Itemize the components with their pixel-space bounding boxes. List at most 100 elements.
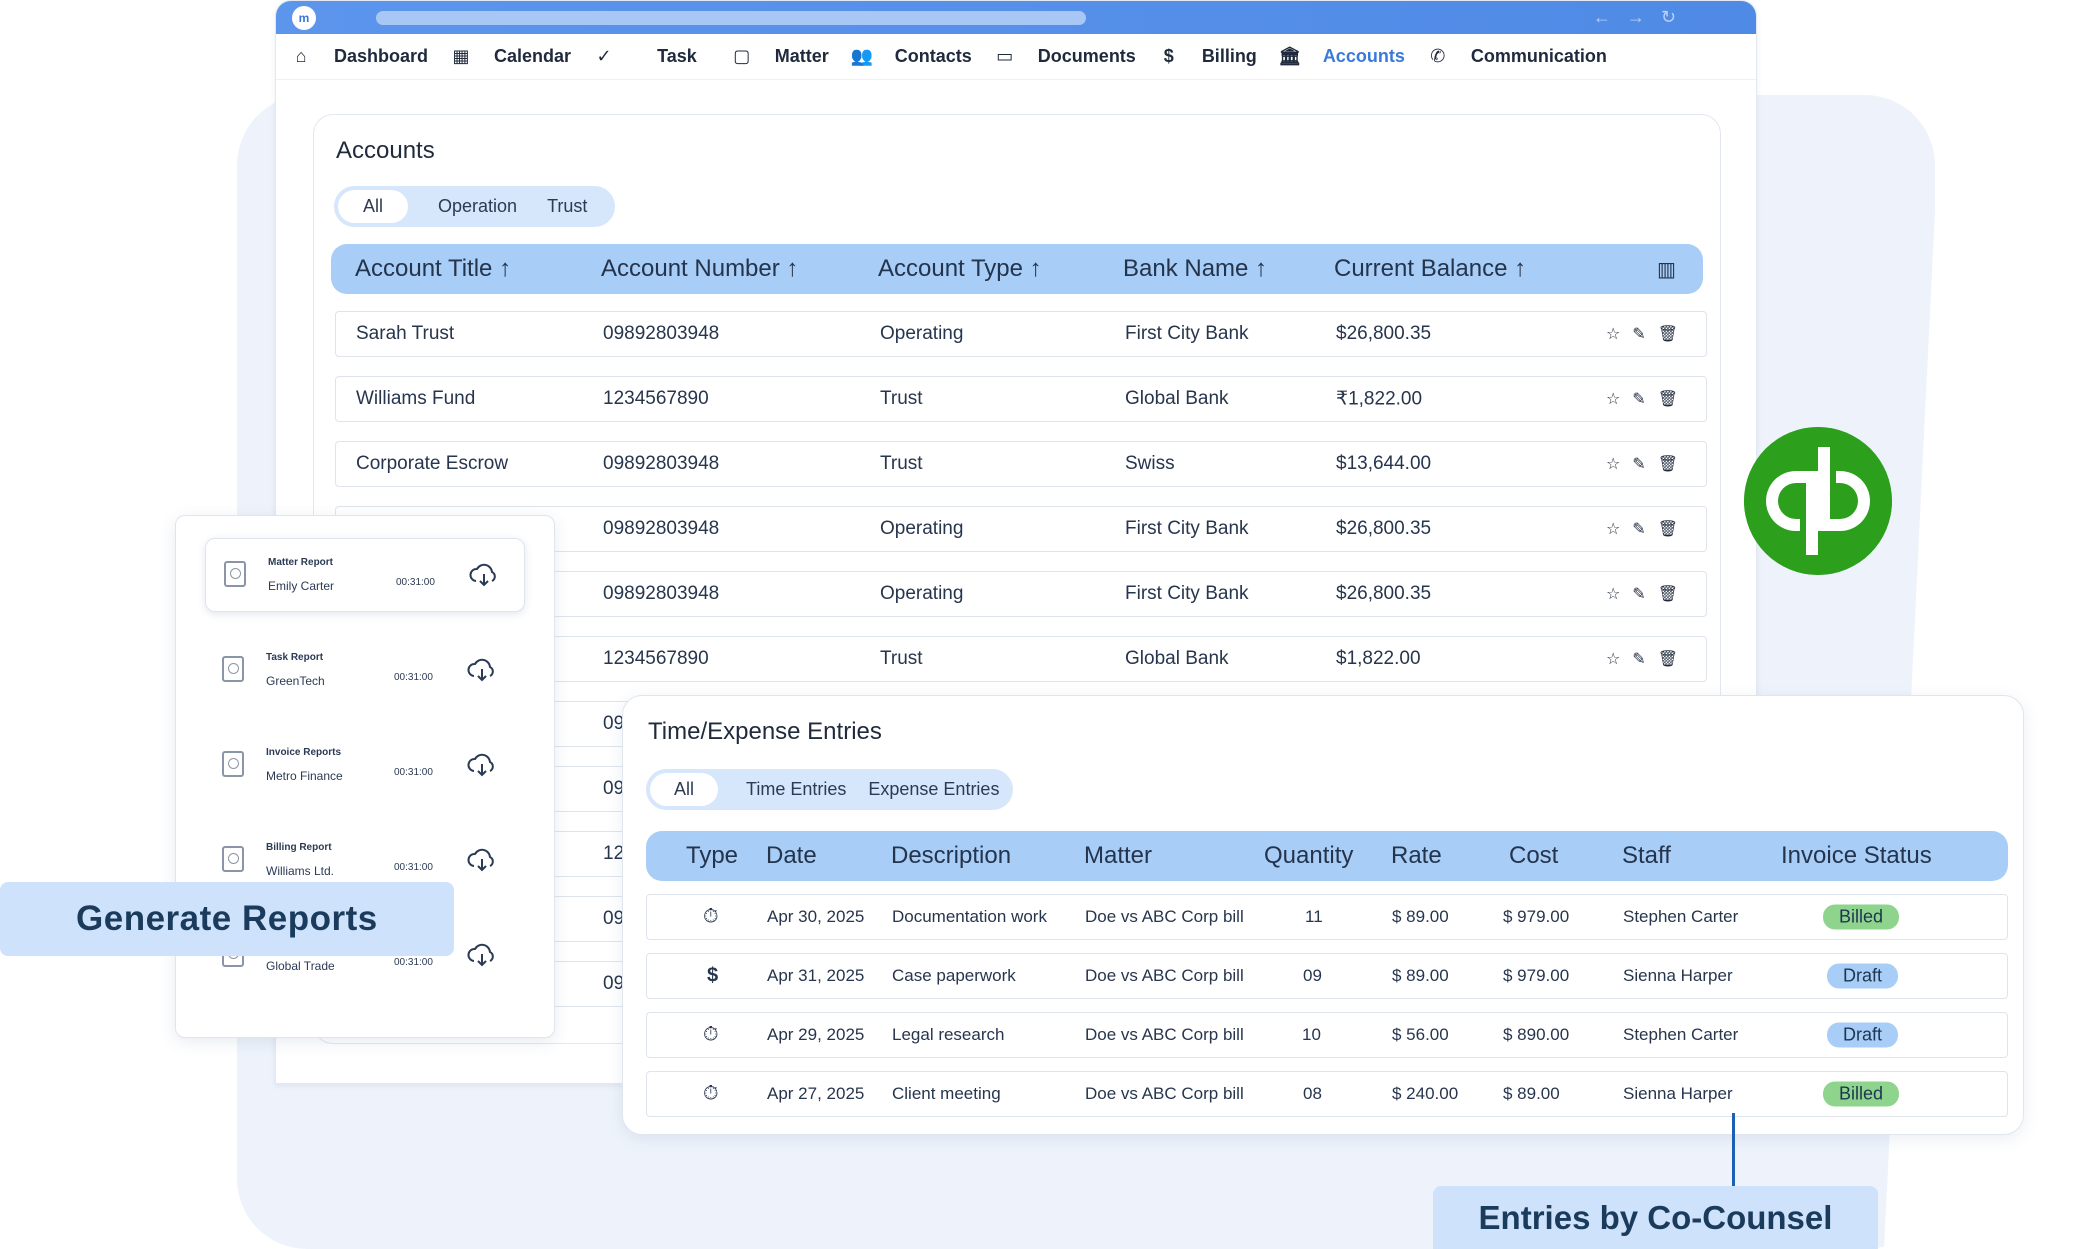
cell-balance: $26,800.35 (1336, 323, 1432, 344)
edit-icon[interactable]: ✎ (1632, 389, 1645, 409)
status-badge: Billed (1823, 1081, 1900, 1107)
col-date[interactable]: Date (766, 842, 817, 870)
star-icon[interactable]: ☆ (1606, 454, 1620, 474)
nav-accounts[interactable]: 🏛 Accounts (1278, 46, 1404, 68)
delete-icon[interactable]: 🗑 (1658, 584, 1678, 604)
nav-calendar[interactable]: ▦ Calendar (450, 46, 572, 68)
col-bank-name[interactable]: Bank Name ↑ (1123, 255, 1267, 283)
nav-contacts[interactable]: 👥 Contacts (851, 46, 972, 68)
edit-icon[interactable]: ✎ (1632, 584, 1645, 604)
delete-icon[interactable]: 🗑 (1658, 324, 1678, 344)
report-item[interactable]: Invoice Reports Metro Finance 00:31:00 (204, 729, 524, 803)
col-quantity[interactable]: Quantity (1264, 842, 1353, 870)
cell-date: Apr 29, 2025 (767, 1025, 865, 1044)
star-icon[interactable]: ☆ (1606, 324, 1620, 344)
nav-label: Dashboard (334, 46, 429, 66)
table-row[interactable]: ⏱ Apr 29, 2025 Legal research Doe vs ABC… (646, 1012, 2008, 1058)
star-icon[interactable]: ☆ (1606, 519, 1620, 539)
star-icon[interactable]: ☆ (1606, 649, 1620, 669)
quickbooks-logo (1744, 427, 1892, 575)
filter-all[interactable]: All (338, 190, 409, 223)
edit-icon[interactable]: ✎ (1632, 519, 1645, 539)
time-expense-title: Time/Expense Entries (648, 718, 882, 745)
report-file-icon (222, 751, 244, 777)
cell-bank: Global Bank (1125, 388, 1229, 409)
edit-icon[interactable]: ✎ (1632, 324, 1645, 344)
nav-label: Matter (774, 46, 829, 66)
cell-bank: Swiss (1125, 453, 1175, 474)
col-description[interactable]: Description (891, 842, 1011, 870)
cell-type: Trust (880, 388, 923, 409)
report-client: Emily Carter (268, 579, 335, 593)
forward-icon[interactable]: → (1627, 7, 1645, 28)
col-invoice-status[interactable]: Invoice Status (1781, 842, 1932, 870)
nav-matter[interactable]: ▢ Matter (731, 46, 829, 68)
col-cost[interactable]: Cost (1509, 842, 1558, 870)
nav-task[interactable]: ✓ Task (593, 46, 697, 68)
bank-icon: 🏛 (1278, 46, 1302, 66)
back-icon[interactable]: ← (1593, 7, 1611, 28)
nav-billing[interactable]: $ Billing (1158, 46, 1257, 68)
refresh-icon[interactable]: ↻ (1661, 7, 1676, 28)
col-account-type[interactable]: Account Type ↑ (878, 255, 1042, 283)
table-row[interactable]: ⏱ Apr 30, 2025 Documentation work Doe vs… (646, 894, 2008, 940)
filter-trust[interactable]: Trust (537, 190, 611, 223)
edit-icon[interactable]: ✎ (1632, 649, 1645, 669)
report-item[interactable]: Task Report GreenTech 00:31:00 (204, 634, 524, 708)
nav-label: Calendar (494, 46, 572, 66)
nav-communication[interactable]: ✆ Communication (1427, 46, 1607, 68)
cloud-download-icon[interactable] (466, 753, 498, 777)
table-row[interactable]: Sarah Trust 09892803948 Operating First … (335, 311, 1707, 357)
table-row[interactable]: ⏱ Apr 27, 2025 Client meeting Doe vs ABC… (646, 1071, 2008, 1117)
people-icon: 👥 (850, 46, 873, 66)
home-icon: ⌂ (295, 46, 307, 66)
edit-icon[interactable]: ✎ (1632, 454, 1645, 474)
table-row[interactable]: $ Apr 31, 2025 Case paperwork Doe vs ABC… (646, 953, 2008, 999)
cell-balance: $26,800.35 (1336, 518, 1432, 539)
delete-icon[interactable]: 🗑 (1658, 389, 1678, 409)
col-account-title[interactable]: Account Title ↑ (355, 255, 511, 283)
cell-rate: $ 56.00 (1392, 1025, 1449, 1044)
nav-label: Communication (1470, 46, 1607, 66)
col-staff[interactable]: Staff (1622, 842, 1671, 870)
cell-date: Apr 30, 2025 (767, 907, 865, 926)
columns-icon[interactable]: ▥ (1657, 257, 1676, 282)
cell-number: 09892803948 (603, 323, 720, 344)
report-file-icon (222, 656, 244, 682)
col-matter[interactable]: Matter (1084, 842, 1152, 870)
star-icon[interactable]: ☆ (1606, 584, 1620, 604)
col-current-balance[interactable]: Current Balance ↑ (1334, 255, 1526, 283)
cell-balance: $1,822.00 (1336, 648, 1421, 669)
address-bar[interactable] (376, 11, 1086, 25)
delete-icon[interactable]: 🗑 (1658, 519, 1678, 539)
col-type[interactable]: Type (686, 842, 738, 870)
filter-all[interactable]: All (650, 773, 719, 806)
filter-time-entries[interactable]: Time Entries (718, 773, 856, 806)
cell-quantity: 11 (1305, 907, 1323, 926)
cell-bank: First City Bank (1125, 323, 1249, 344)
col-account-number[interactable]: Account Number ↑ (601, 255, 798, 283)
table-row[interactable]: Corporate Escrow 09892803948 Trust Swiss… (335, 441, 1707, 487)
report-name: Billing Report (266, 842, 332, 853)
filter-operation[interactable]: Operation (408, 190, 537, 223)
star-icon[interactable]: ☆ (1606, 389, 1620, 409)
delete-icon[interactable]: 🗑 (1658, 454, 1678, 474)
cell-type: Trust (880, 453, 923, 474)
delete-icon[interactable]: 🗑 (1658, 649, 1678, 669)
reports-panel: Matter Report Emily Carter 00:31:00 Task… (175, 515, 555, 1038)
nav-dashboard[interactable]: ⌂ Dashboard (290, 46, 428, 68)
cell-cost: $ 89.00 (1503, 1084, 1560, 1103)
cloud-download-icon[interactable] (466, 658, 498, 682)
cell-balance: $26,800.35 (1336, 583, 1432, 604)
col-rate[interactable]: Rate (1391, 842, 1442, 870)
cloud-download-icon[interactable] (466, 848, 498, 872)
nav-documents[interactable]: ▭ Documents (994, 46, 1136, 68)
cell-staff: Stephen Carter (1623, 907, 1739, 926)
filter-expense-entries[interactable]: Expense Entries (856, 773, 1009, 806)
account-filter: All Operation Trust (334, 186, 616, 227)
cloud-download-icon[interactable] (468, 563, 500, 587)
cloud-download-icon[interactable] (466, 943, 498, 967)
table-row[interactable]: Williams Fund 1234567890 Trust Global Ba… (335, 376, 1707, 422)
report-item[interactable]: Matter Report Emily Carter 00:31:00 (205, 538, 525, 612)
cell-matter: Doe vs ABC Corp bill (1085, 1084, 1244, 1103)
